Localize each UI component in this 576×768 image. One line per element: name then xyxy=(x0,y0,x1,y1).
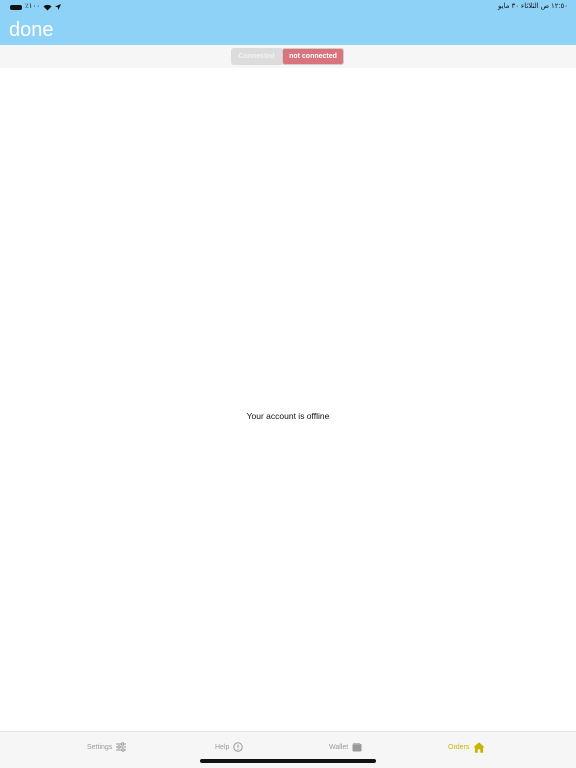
status-left: ٪١٠٠ xyxy=(10,3,62,11)
connected-segment[interactable]: Connected xyxy=(231,48,282,65)
tab-wallet[interactable]: Wallet xyxy=(329,740,362,754)
svg-text:done: done xyxy=(9,19,54,41)
tab-settings-label: Settings xyxy=(87,743,113,751)
tab-settings[interactable]: Settings xyxy=(87,740,127,754)
status-bar: ٪١٠٠ ١٢:٥٠ ص الثلاثاء ٣٠ مايو xyxy=(0,0,576,14)
sliders-icon xyxy=(116,742,127,752)
connection-segment-bar: Connected not connected xyxy=(0,45,576,68)
location-icon xyxy=(55,4,62,10)
home-icon xyxy=(473,741,486,753)
battery-percent: ٪١٠٠ xyxy=(25,3,41,10)
done-logo: done xyxy=(9,19,54,41)
not-connected-segment[interactable]: not connected xyxy=(282,48,344,65)
tab-orders[interactable]: Orders xyxy=(448,740,486,754)
connection-toggle: Connected not connected xyxy=(231,48,344,65)
home-indicator xyxy=(200,759,376,763)
battery-icon xyxy=(10,4,22,10)
wallet-icon xyxy=(352,742,362,751)
tab-help[interactable]: Help xyxy=(215,740,244,754)
tab-wallet-label: Wallet xyxy=(329,743,349,751)
offline-message: Your account is offline xyxy=(246,411,330,421)
tab-orders-label: Orders xyxy=(448,743,470,751)
status-time-date: ١٢:٥٠ ص الثلاثاء ٣٠ مايو xyxy=(498,3,568,10)
wifi-icon xyxy=(43,4,52,10)
info-icon xyxy=(233,742,244,752)
tab-help-label: Help xyxy=(215,743,230,751)
app-header: ٪١٠٠ ١٢:٥٠ ص الثلاثاء ٣٠ مايو done xyxy=(0,0,576,45)
